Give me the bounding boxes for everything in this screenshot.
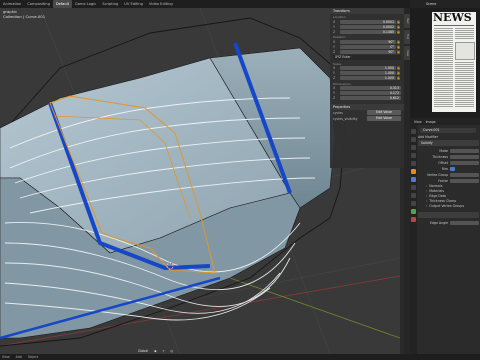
edge-angle-field[interactable] [450, 220, 479, 226]
scale-x-row: X 1.000 🔓 [333, 66, 401, 70]
location-x-row: X 0.0001 🔓 [333, 19, 401, 24]
scale-y-row: Y 1.000 🔓 [333, 71, 401, 75]
location-y-row: Y 0.0002 🔓 [333, 24, 401, 29]
menu-view[interactable]: View [2, 355, 10, 359]
rim-checkbox[interactable] [450, 166, 455, 172]
modifier-subpanels: Normals Materials Edge Data Thickness Cl… [418, 184, 479, 209]
tab-game-logic[interactable]: Game Logic [72, 0, 99, 8]
lock-icon[interactable]: 🔓 [396, 76, 401, 80]
tab-uv-editing[interactable]: UV Editing [121, 0, 146, 8]
workspace-tabs-bar: Animation Compositing Default Game Logic… [0, 0, 480, 8]
image-editor[interactable]: NEWS [410, 8, 480, 118]
factor-field[interactable] [450, 178, 479, 184]
tab-scripting[interactable]: Scripting [99, 0, 121, 8]
edit-value-button[interactable]: Edit Value [367, 116, 401, 121]
dimensions-y-field[interactable]: 0.172 [340, 91, 401, 95]
properties-tab-column [410, 125, 417, 354]
world-tab-icon[interactable] [411, 161, 416, 166]
scale-z-field[interactable]: 1.000 [340, 76, 396, 80]
newspaper-photo [455, 42, 475, 60]
lock-icon[interactable]: 🔓 [396, 50, 401, 54]
dimensions-z-field[interactable]: 0.612 [340, 96, 401, 100]
add-modifier-button[interactable]: Add Modifier [418, 135, 450, 139]
scale-y-field[interactable]: 1.000 [340, 71, 396, 75]
mode-select[interactable] [450, 148, 479, 154]
rotation-x-row: X 90° 🔓 [333, 39, 401, 44]
edge-split-modifier-header[interactable] [418, 212, 479, 218]
lock-icon[interactable]: 🔓 [396, 40, 401, 44]
properties-editor: View Image Curve.001 Add Modifier Solidi… [410, 118, 480, 354]
proportional-edit-icon[interactable]: ◎ [168, 348, 176, 354]
scale-x-field[interactable]: 1.000 [340, 66, 396, 70]
lock-icon[interactable]: 🔓 [396, 45, 401, 49]
offset-field[interactable] [450, 160, 479, 166]
output-tab-icon[interactable] [411, 145, 416, 150]
rotation-z-field[interactable]: 90° [340, 49, 396, 54]
render-tab-icon[interactable] [411, 137, 416, 142]
material-tab-icon[interactable] [411, 217, 416, 222]
tool-tab-icon[interactable] [411, 129, 416, 134]
properties-header: View Image [410, 118, 480, 125]
object-tab-icon[interactable] [411, 169, 416, 174]
modifier-panel: Add Modifier Solidify Mode Thickness Off… [418, 134, 479, 226]
thickness-field[interactable] [450, 154, 479, 160]
snap-icon[interactable]: ⌖ [160, 348, 167, 354]
scale-z-row: Z 1.000 🔓 [333, 76, 401, 80]
output-vertex-groups-subpanel[interactable]: Output Vertex Groups [426, 204, 479, 209]
edit-value-button[interactable]: Edit Value [367, 110, 401, 115]
newspaper-headline: NEWS [433, 11, 472, 24]
physics-tab-icon[interactable] [411, 193, 416, 198]
location-z-field[interactable]: 0.1485 [340, 29, 396, 34]
tab-animation[interactable]: Animation [0, 0, 24, 8]
lock-icon[interactable]: 🔓 [396, 71, 401, 75]
modifier-tab-icon[interactable] [411, 177, 416, 182]
lock-icon[interactable]: 🔓 [396, 30, 401, 34]
rotation-x-field[interactable]: 90° [340, 39, 396, 44]
custom-property-row: cycles_visibility Edit Value [330, 116, 404, 122]
location-y-field[interactable]: 0.0002 [340, 24, 396, 29]
scene-selector[interactable]: Scene [410, 0, 480, 8]
location-x-field[interactable]: 0.0001 [340, 19, 396, 24]
dimensions-y-row: Y 0.172 [333, 91, 401, 95]
rotation-y-row: Y 0° 🔓 [333, 44, 401, 49]
newspaper-image: NEWS [432, 12, 476, 112]
object-name-field[interactable]: Curve.001 [420, 128, 476, 133]
menu-image[interactable]: Image [426, 120, 436, 124]
lock-icon[interactable]: 🔓 [396, 66, 401, 70]
tab-compositing[interactable]: Compositing [24, 0, 53, 8]
y-axis-line [229, 277, 400, 339]
edge-angle-label: Edge Angle [429, 221, 448, 225]
constraints-tab-icon[interactable] [411, 201, 416, 206]
dimensions-x-field[interactable]: 0.313 [340, 86, 401, 90]
location-z-row: Z 0.1485 🔓 [333, 29, 401, 34]
sidebar-n-panel: Transform Location X 0.0001 🔓 Y 0.0002 🔓 Z 0.… [330, 8, 404, 168]
vertex-group-field[interactable] [450, 172, 479, 178]
dimensions-x-row: X 0.313 [333, 86, 401, 90]
viewport-collection-label: Collection | Curve.001 [3, 14, 46, 19]
scene-tab-icon[interactable] [411, 153, 416, 158]
solidify-modifier-header[interactable]: Solidify [418, 140, 479, 146]
status-bar: View Add Object [0, 354, 480, 360]
rotation-y-field[interactable]: 0° [340, 44, 396, 49]
edge-angle-row: Edge Angle [418, 220, 479, 226]
data-tab-icon[interactable] [411, 209, 416, 214]
rotation-mode-select[interactable]: XYZ Euler [333, 55, 401, 60]
particles-tab-icon[interactable] [411, 185, 416, 190]
dimensions-z-row: Z 0.612 [333, 96, 401, 100]
lock-icon[interactable]: 🔓 [396, 25, 401, 29]
transform-orientation-select[interactable]: Global [136, 348, 151, 354]
menu-object[interactable]: Object [28, 355, 38, 359]
rotation-z-row: Z 90° 🔓 [333, 49, 401, 54]
tab-video-editing[interactable]: Video Editing [146, 0, 176, 8]
menu-add[interactable]: Add [16, 355, 22, 359]
menu-view[interactable]: View [414, 120, 422, 124]
lock-icon[interactable]: 🔓 [396, 20, 401, 24]
pivot-icon[interactable]: ◆ [152, 348, 159, 354]
tab-default[interactable]: Default [52, 0, 72, 8]
